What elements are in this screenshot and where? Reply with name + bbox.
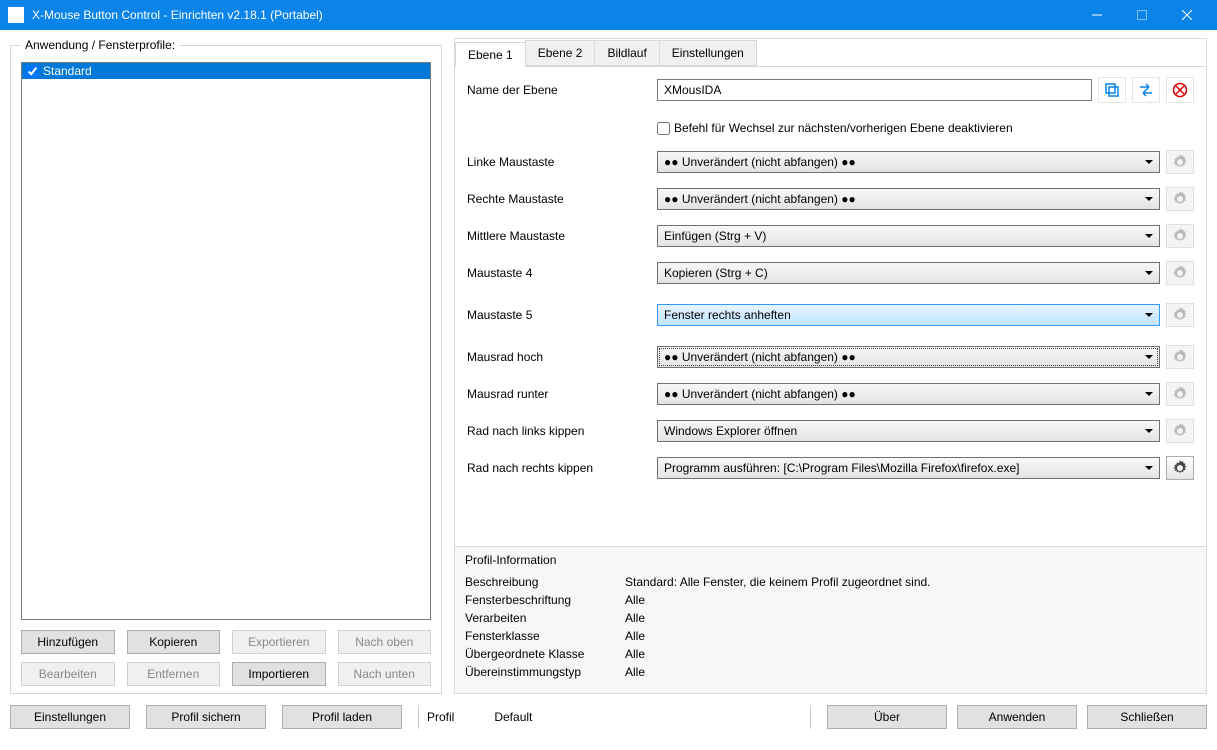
button-action-combo[interactable]: ●● Unverändert (nicht abfangen) ●● (657, 346, 1160, 368)
bottom-bar: Einstellungen Profil sichern Profil lade… (0, 694, 1217, 740)
import-button[interactable]: Importieren (232, 662, 326, 686)
close-button[interactable] (1164, 0, 1209, 30)
tab-body: Name der Ebene Befehl für Wechsel zur nä… (455, 67, 1206, 546)
maximize-button[interactable] (1119, 0, 1164, 30)
remove-button[interactable]: Entfernen (127, 662, 221, 686)
info-value: Alle (625, 665, 645, 679)
button-label: Linke Maustaste (467, 155, 657, 169)
button-action-combo[interactable]: Einfügen (Strg + V) (657, 225, 1160, 247)
button-label: Rad nach rechts kippen (467, 461, 657, 475)
profiles-legend: Anwendung / Fensterprofile: (21, 38, 179, 52)
gear-icon (1166, 303, 1194, 327)
copy-layer-button[interactable] (1098, 77, 1126, 103)
button-label: Rad nach links kippen (467, 424, 657, 438)
profile-info: Profil-Information BeschreibungStandard:… (455, 546, 1206, 693)
button-label: Mausrad hoch (467, 350, 657, 364)
button-label: Mausrad runter (467, 387, 657, 401)
info-label: Übergeordnete Klasse (465, 647, 625, 661)
disable-switch-label: Befehl für Wechsel zur nächsten/vorherig… (674, 121, 1013, 135)
tab-layer1[interactable]: Ebene 1 (455, 42, 526, 67)
save-profile-button[interactable]: Profil sichern (146, 705, 266, 729)
info-value: Alle (625, 611, 645, 625)
info-value: Alle (625, 647, 645, 661)
gear-icon (1166, 187, 1194, 211)
layer-panel: Ebene 1 Ebene 2 Bildlauf Einstellungen N… (454, 38, 1207, 694)
app-icon (8, 7, 24, 23)
tabs: Ebene 1 Ebene 2 Bildlauf Einstellungen (455, 39, 1206, 67)
layer-name-label: Name der Ebene (467, 83, 657, 97)
gear-icon (1166, 382, 1194, 406)
profile-list[interactable]: Standard (21, 62, 431, 620)
profile-value: Default (494, 710, 532, 724)
apply-button[interactable]: Anwenden (957, 705, 1077, 729)
gear-icon[interactable] (1166, 456, 1194, 480)
gear-icon (1166, 345, 1194, 369)
info-value: Standard: Alle Fenster, die keinem Profi… (625, 575, 931, 589)
info-label: Beschreibung (465, 575, 625, 589)
about-button[interactable]: Über (827, 705, 947, 729)
button-action-combo[interactable]: ●● Unverändert (nicht abfangen) ●● (657, 383, 1160, 405)
swap-layer-button[interactable] (1132, 77, 1160, 103)
button-action-combo[interactable]: Fenster rechts anheften (657, 304, 1160, 326)
gear-icon (1166, 150, 1194, 174)
gear-icon (1166, 419, 1194, 443)
tab-layer2[interactable]: Ebene 2 (525, 40, 596, 66)
profiles-panel: Anwendung / Fensterprofile: Standard Hin… (10, 38, 442, 694)
export-button[interactable]: Exportieren (232, 630, 326, 654)
profile-label: Standard (43, 64, 92, 78)
add-button[interactable]: Hinzufügen (21, 630, 115, 654)
gear-icon (1166, 224, 1194, 248)
close-window-button[interactable]: Schließen (1087, 705, 1207, 729)
button-label: Rechte Maustaste (467, 192, 657, 206)
button-action-combo[interactable]: ●● Unverändert (nicht abfangen) ●● (657, 188, 1160, 210)
moveup-button[interactable]: Nach oben (338, 630, 432, 654)
button-action-combo[interactable]: Programm ausführen: [C:\Program Files\Mo… (657, 457, 1160, 479)
button-action-combo[interactable]: Kopieren (Strg + C) (657, 262, 1160, 284)
button-action-combo[interactable]: Windows Explorer öffnen (657, 420, 1160, 442)
layer-name-input[interactable] (657, 79, 1092, 101)
button-label: Maustaste 5 (467, 308, 657, 322)
gear-icon (1166, 261, 1194, 285)
info-value: Alle (625, 593, 645, 607)
edit-button[interactable]: Bearbeiten (21, 662, 115, 686)
button-action-combo[interactable]: ●● Unverändert (nicht abfangen) ●● (657, 151, 1160, 173)
disable-switch-checkbox[interactable] (657, 122, 670, 135)
reset-layer-button[interactable] (1166, 77, 1194, 103)
info-label: Fensterbeschriftung (465, 593, 625, 607)
window-title: X-Mouse Button Control - Einrichten v2.1… (32, 8, 1074, 22)
profile-item-standard[interactable]: Standard (22, 63, 430, 79)
load-profile-button[interactable]: Profil laden (282, 705, 402, 729)
button-label: Maustaste 4 (467, 266, 657, 280)
tab-settings[interactable]: Einstellungen (659, 40, 757, 66)
current-profile: Profil Default (418, 705, 811, 729)
info-value: Alle (625, 629, 645, 643)
movedown-button[interactable]: Nach unten (338, 662, 432, 686)
info-label: Übereinstimmungstyp (465, 665, 625, 679)
profile-checkbox[interactable] (26, 65, 39, 78)
profile-label: Profil (427, 710, 454, 724)
titlebar: X-Mouse Button Control - Einrichten v2.1… (0, 0, 1217, 30)
settings-button[interactable]: Einstellungen (10, 705, 130, 729)
tab-scroll[interactable]: Bildlauf (594, 40, 659, 66)
info-label: Verarbeiten (465, 611, 625, 625)
button-label: Mittlere Maustaste (467, 229, 657, 243)
minimize-button[interactable] (1074, 0, 1119, 30)
info-label: Fensterklasse (465, 629, 625, 643)
profile-info-title: Profil-Information (465, 553, 1196, 567)
copy-button[interactable]: Kopieren (127, 630, 221, 654)
